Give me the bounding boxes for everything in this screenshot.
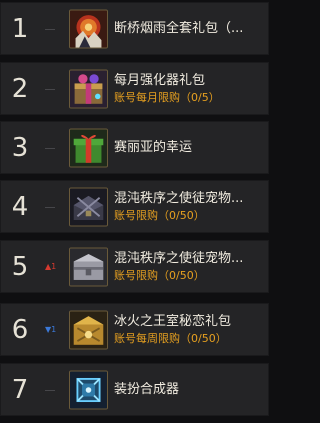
item-name: 装扮合成器 <box>114 381 180 397</box>
rank-cell: 1 <box>1 3 61 54</box>
no-change-dash <box>45 206 55 208</box>
no-change-dash <box>45 389 55 391</box>
purchase-limit: 账号限购（0/50） <box>114 269 205 282</box>
dark-chest-icon[interactable] <box>69 187 108 226</box>
no-change-dash <box>45 88 55 90</box>
rank-down-indicator: ▼1 <box>45 324 57 334</box>
ranking-row[interactable]: 6 ▼1 冰火之王室秘恋礼包 账号每周限购（0/50） <box>0 303 269 356</box>
enhancer-pack-icon[interactable] <box>69 69 108 108</box>
purchase-limit: 账号每月限购（0/5） <box>114 91 220 104</box>
rank-number: 4 <box>11 191 29 222</box>
rank-cell: 4 <box>1 181 61 232</box>
gift-pack-icon[interactable] <box>69 9 108 48</box>
ranking-row[interactable]: 4 混沌秩序之使徒宠物... 账号限购（0/50） <box>0 180 269 233</box>
rank-cell: 6 ▼1 <box>1 304 61 355</box>
rank-cell: 7 <box>1 364 61 415</box>
ranking-row[interactable]: 2 每月强化器礼包 账号每月限购（0/5） <box>0 62 269 115</box>
rank-number: 5 <box>11 251 29 282</box>
golden-chest-icon[interactable] <box>69 310 108 349</box>
rank-cell: 5 ▲1 <box>1 241 61 292</box>
rank-number: 7 <box>11 374 29 405</box>
synthesizer-icon[interactable] <box>69 370 108 409</box>
purchase-limit: 账号每周限购（0/50） <box>114 332 227 345</box>
ranking-row[interactable]: 7 装扮合成器 <box>0 363 269 416</box>
item-name: 混沌秩序之使徒宠物... <box>114 251 244 266</box>
rank-number: 2 <box>11 73 29 104</box>
rank-number: 1 <box>11 13 29 44</box>
item-name: 冰火之王室秘恋礼包 <box>114 314 232 329</box>
purchase-limit: 账号限购（0/50） <box>114 209 205 222</box>
rank-number: 6 <box>11 314 29 345</box>
ranking-row[interactable]: 1 断桥烟雨全套礼包（... <box>0 2 269 55</box>
silver-chest-icon[interactable] <box>69 247 108 286</box>
lucky-gift-box-icon[interactable] <box>69 128 108 167</box>
no-change-dash <box>45 28 55 30</box>
item-name: 断桥烟雨全套礼包（... <box>114 20 244 36</box>
ranking-list: 1 断桥烟雨全套礼包（... 2 每月强化器礼包 账号每月限购（0/5） 3 赛… <box>0 0 271 423</box>
ranking-row[interactable]: 5 ▲1 混沌秩序之使徒宠物... 账号限购（0/50） <box>0 240 269 293</box>
item-name: 每月强化器礼包 <box>114 73 206 88</box>
ranking-row[interactable]: 3 赛丽亚的幸运 <box>0 121 269 174</box>
rank-cell: 3 <box>1 122 61 173</box>
item-name: 混沌秩序之使徒宠物... <box>114 191 244 206</box>
rank-number: 3 <box>11 132 29 163</box>
no-change-dash <box>45 147 55 149</box>
rank-up-indicator: ▲1 <box>45 261 57 271</box>
rank-cell: 2 <box>1 63 61 114</box>
item-name: 赛丽亚的幸运 <box>114 139 193 155</box>
